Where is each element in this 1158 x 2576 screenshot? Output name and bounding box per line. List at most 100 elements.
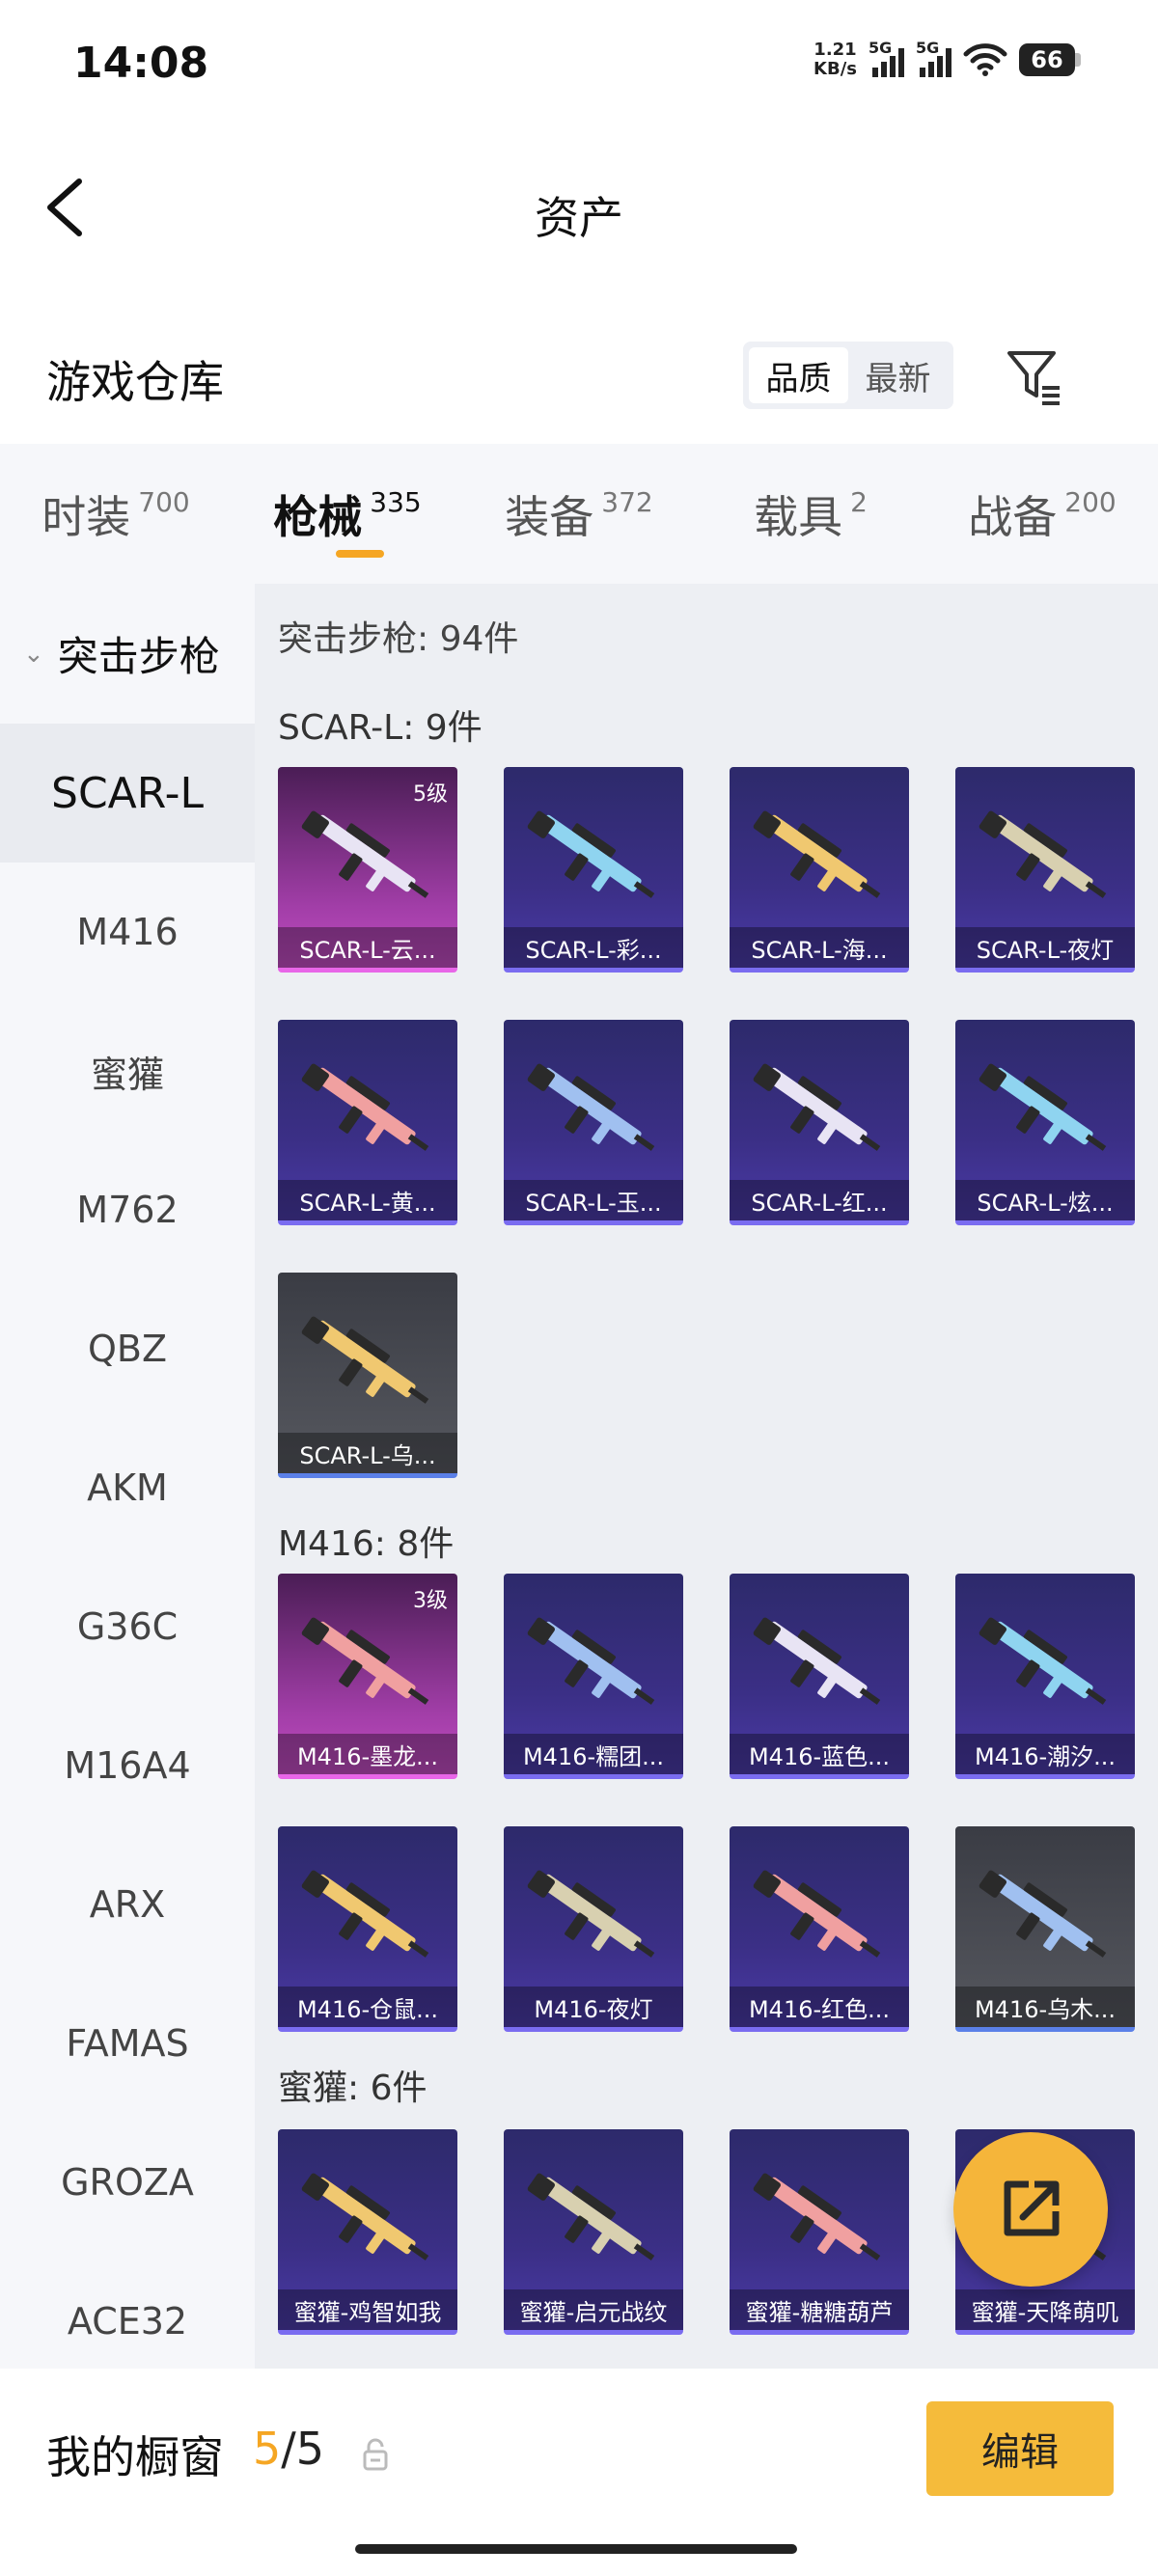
showcase-bar: 我的橱窗 5/5 编辑: [0, 2369, 1158, 2576]
weapon-icon: [527, 2173, 655, 2261]
sidebar-item-akm[interactable]: AKM: [0, 1418, 255, 1557]
showcase-count: 5/5: [253, 2423, 324, 2475]
weapon-name: M416-红色...: [730, 1987, 909, 2027]
weapon-card[interactable]: SCAR-L-玉...: [504, 1020, 683, 1225]
page-title: 资产: [535, 192, 623, 244]
network-speed-unit: KB/s: [813, 59, 857, 79]
sidebar-item-groza[interactable]: GROZA: [0, 2113, 255, 2252]
status-bar: 14:08 1.21 KB/s 5G 5G 66: [0, 0, 1158, 125]
weapon-icon: [301, 1316, 429, 1404]
sidebar-item-scar-l[interactable]: SCAR-L: [0, 724, 255, 863]
weapon-name: SCAR-L-黄...: [278, 1180, 457, 1220]
warehouse-title: 游戏仓库: [46, 356, 224, 408]
weapon-name: M416-糯团...: [504, 1734, 683, 1774]
weapon-card[interactable]: 5级 SCAR-L-云...: [278, 767, 457, 973]
weapon-card[interactable]: SCAR-L-乌...: [278, 1273, 457, 1478]
weapon-level: 3级: [413, 1589, 448, 1613]
sidebar-category-assault-rifle[interactable]: ⌄ 突击步枪: [0, 584, 255, 724]
weapon-card[interactable]: SCAR-L-炫...: [955, 1020, 1135, 1225]
tab-firearms[interactable]: 枪械 335: [232, 444, 463, 584]
tab-label: 时装: [41, 490, 131, 543]
weapon-card[interactable]: M416-仓鼠...: [278, 1826, 457, 2032]
tab-count: 335: [370, 486, 422, 518]
weapon-name: SCAR-L-夜灯: [955, 927, 1135, 968]
weapon-card[interactable]: 蜜獾-鸡智如我: [278, 2129, 457, 2335]
weapon-icon: [979, 1063, 1107, 1151]
tab-label: 枪械: [273, 490, 363, 543]
sidebar-item-qbz[interactable]: QBZ: [0, 1279, 255, 1418]
showcase-label: 我的橱窗: [46, 2431, 224, 2483]
filter-icon: [1007, 351, 1060, 405]
weapon-icon: [753, 2173, 881, 2261]
weapon-card[interactable]: 3级 M416-墨龙...: [278, 1574, 457, 1779]
status-time: 14:08: [73, 39, 209, 88]
showcase-total: /5: [281, 2423, 325, 2475]
weapon-icon: [753, 1870, 881, 1958]
weapon-icon: [301, 2173, 429, 2261]
weapon-icon: [527, 1870, 655, 1958]
network-speed: 1.21 KB/s: [813, 41, 857, 79]
weapon-card[interactable]: M416-夜灯: [504, 1826, 683, 2032]
tab-count: 200: [1064, 486, 1117, 518]
filter-button[interactable]: [1004, 345, 1065, 407]
tab-equipment[interactable]: 装备 372: [463, 444, 695, 584]
weapon-card[interactable]: 蜜獾-启元战纹: [504, 2129, 683, 2335]
sidebar-item-arx[interactable]: ARX: [0, 1835, 255, 1974]
weapon-name: M416-乌木...: [955, 1987, 1135, 2027]
weapon-card[interactable]: M416-红色...: [730, 1826, 909, 2032]
weapon-group-label: M416: 8件: [278, 1524, 455, 1564]
tab-vehicles[interactable]: 载具 2: [695, 444, 926, 584]
sort-quality-button[interactable]: 品质: [749, 347, 848, 403]
weapon-card[interactable]: SCAR-L-黄...: [278, 1020, 457, 1225]
weapon-icon: [979, 1870, 1107, 1958]
sidebar-item-famas[interactable]: FAMAS: [0, 1974, 255, 2113]
sidebar-item-g36c[interactable]: G36C: [0, 1557, 255, 1696]
weapon-name: SCAR-L-乌...: [278, 1433, 457, 1473]
battery-level: 66: [1019, 43, 1075, 76]
network-speed-value: 1.21: [813, 40, 857, 60]
tab-count: 700: [138, 486, 190, 518]
sim1-generation: 5G: [868, 39, 893, 57]
weapon-card[interactable]: M416-潮汐...: [955, 1574, 1135, 1779]
category-tabs: 时装 700 枪械 335 装备 372 载具 2 战备 200: [0, 444, 1158, 584]
weapon-icon: [527, 1063, 655, 1151]
weapon-level: 5级: [413, 782, 448, 807]
share-icon: [1004, 2180, 1060, 2236]
weapon-icon: [979, 1617, 1107, 1705]
weapon-card[interactable]: SCAR-L-夜灯: [955, 767, 1135, 973]
weapon-name: SCAR-L-云...: [278, 927, 457, 968]
tab-fashion[interactable]: 时装 700: [0, 444, 232, 584]
weapon-icon: [301, 1870, 429, 1958]
tab-count: 2: [850, 486, 868, 518]
weapon-name: M416-墨龙...: [278, 1734, 457, 1774]
weapon-card[interactable]: M416-蓝色...: [730, 1574, 909, 1779]
tab-label: 载具: [754, 490, 843, 543]
share-button[interactable]: [953, 2132, 1108, 2287]
weapon-name: 蜜獾-糖糖葫芦: [730, 2289, 909, 2330]
showcase-current: 5: [253, 2423, 282, 2475]
sidebar-item-honey-badger[interactable]: 蜜獾: [0, 1001, 255, 1140]
status-icons: 1.21 KB/s 5G 5G 66: [813, 39, 1081, 79]
tab-supplies[interactable]: 战备 200: [926, 444, 1158, 584]
weapon-card[interactable]: 蜜獾-糖糖葫芦: [730, 2129, 909, 2335]
sidebar-item-m16a4[interactable]: M16A4: [0, 1696, 255, 1835]
weapon-card[interactable]: SCAR-L-红...: [730, 1020, 909, 1225]
sim2-generation: 5G: [916, 39, 940, 57]
total-count-label: 突击步枪: 94件: [278, 619, 519, 659]
weapon-card[interactable]: SCAR-L-彩...: [504, 767, 683, 973]
sidebar-item-m416[interactable]: M416: [0, 863, 255, 1001]
weapon-sidebar: ⌄ 突击步枪 SCAR-L M416 蜜獾 M762 QBZ AKM G36C …: [0, 584, 255, 2369]
tab-count: 372: [601, 486, 653, 518]
weapon-name: SCAR-L-玉...: [504, 1180, 683, 1220]
weapon-group-label: SCAR-L: 9件: [278, 708, 482, 748]
sidebar-item-m762[interactable]: M762: [0, 1140, 255, 1279]
weapon-card[interactable]: M416-乌木...: [955, 1826, 1135, 2032]
weapon-card[interactable]: M416-糯团...: [504, 1574, 683, 1779]
weapon-card[interactable]: SCAR-L-海...: [730, 767, 909, 973]
weapon-icon: [753, 810, 881, 898]
weapon-name: M416-夜灯: [504, 1987, 683, 2027]
chevron-down-icon: ⌄: [23, 639, 44, 669]
signal-icon-2: 5G: [916, 39, 951, 77]
edit-button[interactable]: 编辑: [926, 2401, 1114, 2496]
sort-newest-button[interactable]: 最新: [848, 347, 948, 403]
